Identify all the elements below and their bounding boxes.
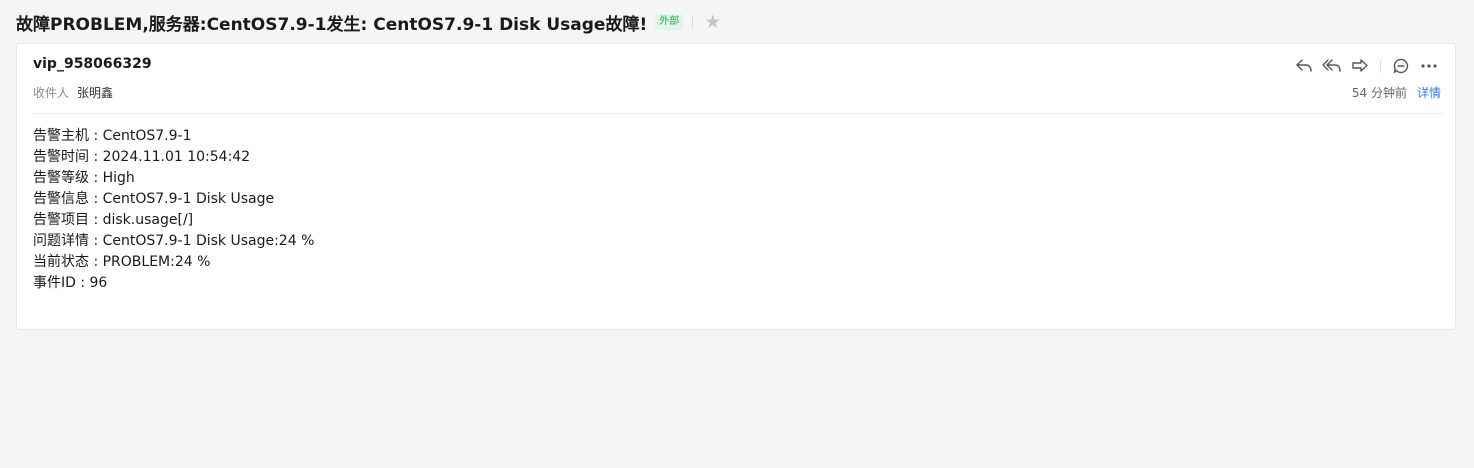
sender-name[interactable]: vip_958066329 [33, 56, 152, 72]
subject-bar: 故障PROBLEM,服务器:CentOS7.9-1发生: CentOS7.9-1… [16, 9, 721, 35]
forward-icon[interactable] [1350, 56, 1370, 76]
header-divider [33, 113, 1443, 114]
body-line-info: 告警信息 : CentOS7.9-1 Disk Usage [33, 191, 275, 207]
body-line-event-id: 事件ID : 96 [33, 275, 108, 291]
mail-body: 告警主机 : CentOS7.9-1 告警时间 : 2024.11.01 10:… [33, 126, 314, 294]
reply-all-icon[interactable] [1322, 56, 1342, 76]
body-line-status: 当前状态 : PROBLEM:24 % [33, 254, 211, 270]
body-line-time: 告警时间 : 2024.11.01 10:54:42 [33, 149, 251, 165]
toolbar-divider [1380, 59, 1381, 73]
received-time: 54 分钟前 [1351, 86, 1407, 100]
body-line-detail: 问题详情 : CentOS7.9-1 Disk Usage:24 % [33, 233, 315, 249]
comment-icon[interactable] [1391, 56, 1411, 76]
email-subject: 故障PROBLEM,服务器:CentOS7.9-1发生: CentOS7.9-1… [16, 14, 648, 35]
recipient-name[interactable]: 张明鑫 [77, 84, 113, 101]
body-line-host: 告警主机 : CentOS7.9-1 [33, 128, 192, 144]
mail-toolbar [1286, 55, 1439, 77]
recipient-label: 收件人 [33, 86, 70, 100]
mail-card: vip_958066329 收件人 张明鑫 54 分钟前 详情 告警主机: C… [16, 43, 1456, 330]
more-icon[interactable] [1419, 56, 1439, 76]
meta-row: 54 分钟前 详情 [1352, 84, 1441, 101]
details-link[interactable]: 详情 [1417, 84, 1441, 101]
recipient-row: 收件人 张明鑫 [33, 84, 113, 101]
body-line-severity: 告警等级 : High [33, 170, 135, 186]
subject-divider [692, 15, 694, 29]
star-icon[interactable]: ★ [704, 12, 721, 32]
reply-icon[interactable] [1294, 56, 1314, 76]
external-tag: 外部 [655, 14, 684, 30]
body-line-item: 告警项目 : disk.usage[/] [33, 212, 194, 228]
